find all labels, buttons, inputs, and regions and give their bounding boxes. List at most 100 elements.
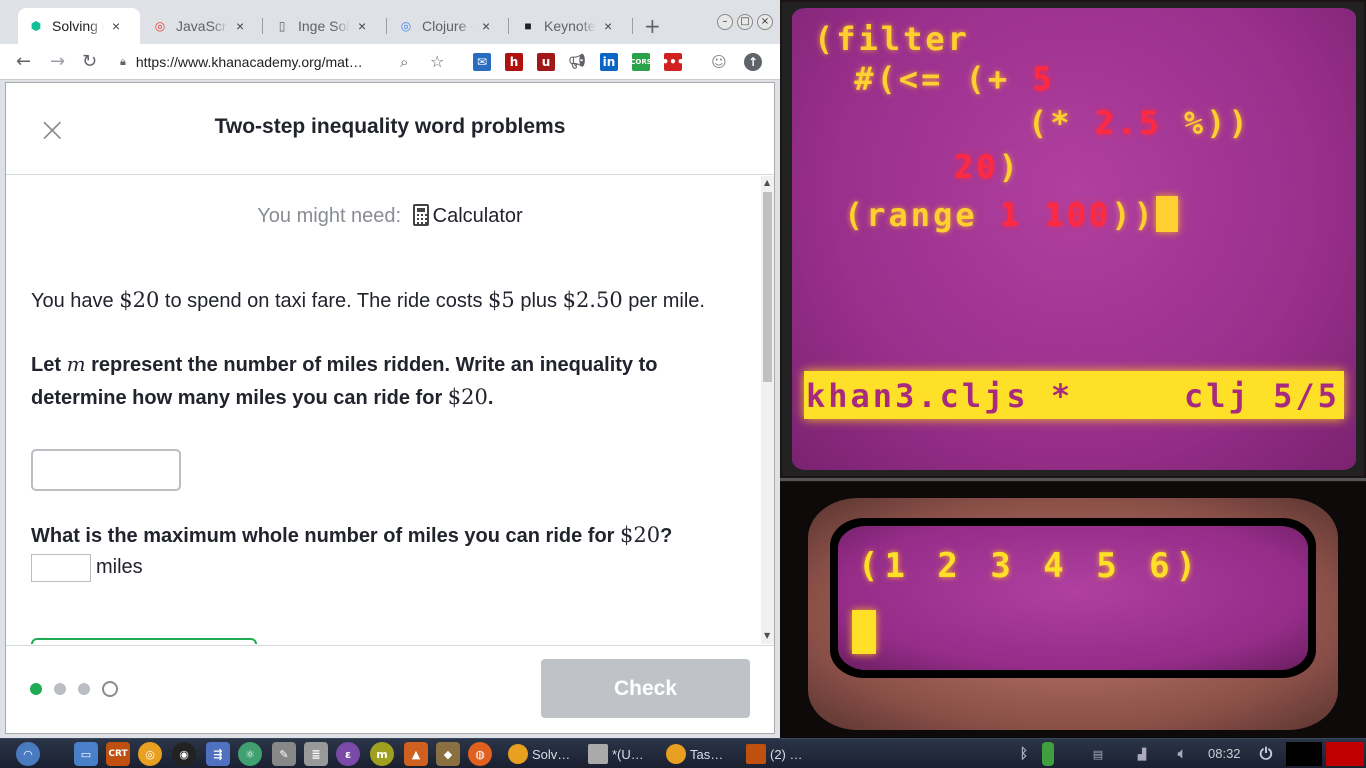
question-1: Let m represent the number of miles ridd… <box>31 348 657 414</box>
tab-javascript[interactable]: ◎ JavaScri × <box>142 8 260 44</box>
lm-icon[interactable]: m <box>370 742 394 766</box>
power-icon[interactable]: ⏻ <box>1254 742 1278 766</box>
forward-icon[interactable]: → <box>50 51 65 72</box>
cors-extension-icon[interactable]: CORS <box>630 53 652 71</box>
question-text: determine how many miles you can ride fo… <box>31 387 448 409</box>
question-text: . <box>487 387 494 409</box>
avatar-extension-icon[interactable]: ☺ <box>710 53 728 71</box>
tab-title: Clojure - <box>422 18 474 34</box>
gimp-icon[interactable]: ◆ <box>436 742 460 766</box>
hypothesis-extension-icon[interactable]: h <box>505 53 523 71</box>
exercise-dialog: × Two-step inequality word problems You … <box>5 82 775 734</box>
check-button[interactable]: Check <box>541 659 750 718</box>
megaphone-extension-icon[interactable]: 📢︎ <box>568 53 586 71</box>
atom-icon[interactable]: ⚛ <box>238 742 262 766</box>
task-label: Solv… <box>532 746 571 762</box>
crt-app-icon[interactable]: CRT <box>106 742 130 766</box>
task-document[interactable]: *(U… <box>588 742 658 766</box>
obs-icon[interactable]: ◉ <box>172 742 196 766</box>
math-value: $5 <box>488 288 515 312</box>
problem-text: to spend on taxi fare. The ride costs <box>159 290 489 312</box>
tab-separator <box>262 18 263 34</box>
pane-divider[interactable] <box>780 478 1366 481</box>
mail-extension-icon[interactable]: ✉ <box>473 53 491 71</box>
tab-close-icon[interactable]: × <box>358 18 366 34</box>
chrome-icon[interactable]: ◎ <box>138 742 162 766</box>
editor-screen-frame: (filter #(<= (+ 5 (* 2.5 %)) 20) (range … <box>782 2 1364 476</box>
code-text: (* <box>1028 104 1095 142</box>
game-icon[interactable]: ▲ <box>404 742 428 766</box>
ublock-extension-icon[interactable]: u <box>537 53 555 71</box>
linkedin-extension-icon[interactable]: in <box>600 53 618 71</box>
task-chrome-tasks[interactable]: Tas… <box>666 742 738 766</box>
editor-icon[interactable]: ≣ <box>304 742 328 766</box>
notes-icon[interactable]: ✎ <box>272 742 296 766</box>
tab-keynote[interactable]: ■ Keynote × <box>510 8 630 44</box>
tab-close-icon[interactable]: × <box>236 18 244 34</box>
buffer-position: clj 5/5 <box>1184 377 1340 415</box>
code-number: 2.5 <box>1094 104 1162 142</box>
tab-inge[interactable]: ▯ Inge Solv × <box>264 8 384 44</box>
hint-button[interactable] <box>31 638 257 644</box>
editor-screen[interactable]: (filter #(<= (+ 5 (* 2.5 %)) 20) (range … <box>792 8 1356 470</box>
code-number: 20 <box>954 148 999 186</box>
task-crt[interactable]: (2) … <box>746 742 816 766</box>
scroll-thumb[interactable] <box>763 192 772 382</box>
inequality-input[interactable] <box>31 449 181 491</box>
problem-text: per mile. <box>622 290 705 312</box>
task-label: *(U… <box>612 746 644 762</box>
tab-close-icon[interactable]: × <box>482 18 490 34</box>
upload-extension-icon[interactable]: ↑ <box>744 53 762 71</box>
volume-icon[interactable]: 🔈︎ <box>1170 742 1194 766</box>
code-number: 5 <box>1032 60 1055 98</box>
start-menu-icon[interactable]: ◠ <box>16 742 40 766</box>
address-bar[interactable]: 🔒︎ https://www.khanacademy.org/mat… <box>120 49 390 75</box>
scroll-down-icon[interactable]: ▼ <box>764 631 770 640</box>
progress-dot <box>102 681 118 697</box>
tab-close-icon[interactable]: × <box>604 18 612 34</box>
clipboard-icon[interactable]: ▤ <box>1086 742 1110 766</box>
minimize-icon[interactable]: – <box>717 14 733 30</box>
tab-close-icon[interactable]: × <box>112 18 120 34</box>
back-icon[interactable]: ← <box>16 51 31 72</box>
problem-statement: You have $20 to spend on taxi fare. The … <box>31 284 705 317</box>
crt-bezel: (1 2 3 4 5 6) <box>808 498 1338 730</box>
new-tab-button[interactable]: + <box>644 14 661 38</box>
slides-app-icon[interactable]: ⇶ <box>206 742 230 766</box>
close-window-icon[interactable]: × <box>757 14 773 30</box>
zoom-icon[interactable]: ⌕ <box>400 53 408 71</box>
question-text: What is the maximum whole number of mile… <box>31 525 620 547</box>
math-variable: m <box>66 352 86 376</box>
document-icon <box>588 744 608 764</box>
scrollbar[interactable]: ▲ ▼ <box>761 176 774 644</box>
taskbar: ◠ ▭ CRT ◎ ◉ ⇶ ⚛ ✎ ≣ ε m ▲ ◆ ◍ Solv… *(U…… <box>0 738 1366 768</box>
tab-separator <box>386 18 387 34</box>
workspace-1[interactable] <box>1286 742 1322 766</box>
bluetooth-icon[interactable]: ᛒ <box>1012 742 1036 766</box>
task-chrome-solving[interactable]: Solv… <box>508 742 580 766</box>
code-text: #(<= (+ <box>832 60 1033 98</box>
repl-pane: (1 2 3 4 5 6) <box>780 482 1366 738</box>
task-label: (2) … <box>770 746 803 762</box>
url-text: https://www.khanacademy.org/mat… <box>135 54 363 70</box>
miles-input[interactable] <box>31 554 91 582</box>
calculator-icon <box>412 204 429 226</box>
network-icon[interactable]: ▟ <box>1130 742 1154 766</box>
reload-icon[interactable]: ↻ <box>82 51 97 72</box>
workspace-2[interactable] <box>1326 742 1364 766</box>
tab-clojure[interactable]: ◎ Clojure - × <box>388 8 506 44</box>
emacs-icon[interactable]: ε <box>336 742 360 766</box>
task-label: Tas… <box>690 746 724 762</box>
scroll-up-icon[interactable]: ▲ <box>764 178 770 187</box>
battery-icon[interactable] <box>1042 742 1054 766</box>
tab-solving[interactable]: ⬢ Solving e × <box>18 8 140 44</box>
progress-dot <box>54 683 66 695</box>
repl-screen[interactable]: (1 2 3 4 5 6) <box>838 526 1308 670</box>
file-manager-icon[interactable]: ▭ <box>74 742 98 766</box>
firefox-icon[interactable]: ◍ <box>468 742 492 766</box>
recording-extension-icon[interactable]: ••• <box>662 53 685 71</box>
tab-title: Keynote <box>544 18 596 34</box>
calculator-link[interactable]: Calculator <box>433 205 523 227</box>
bookmark-star-icon[interactable]: ☆ <box>430 52 444 71</box>
maximize-icon[interactable]: □ <box>737 14 753 30</box>
